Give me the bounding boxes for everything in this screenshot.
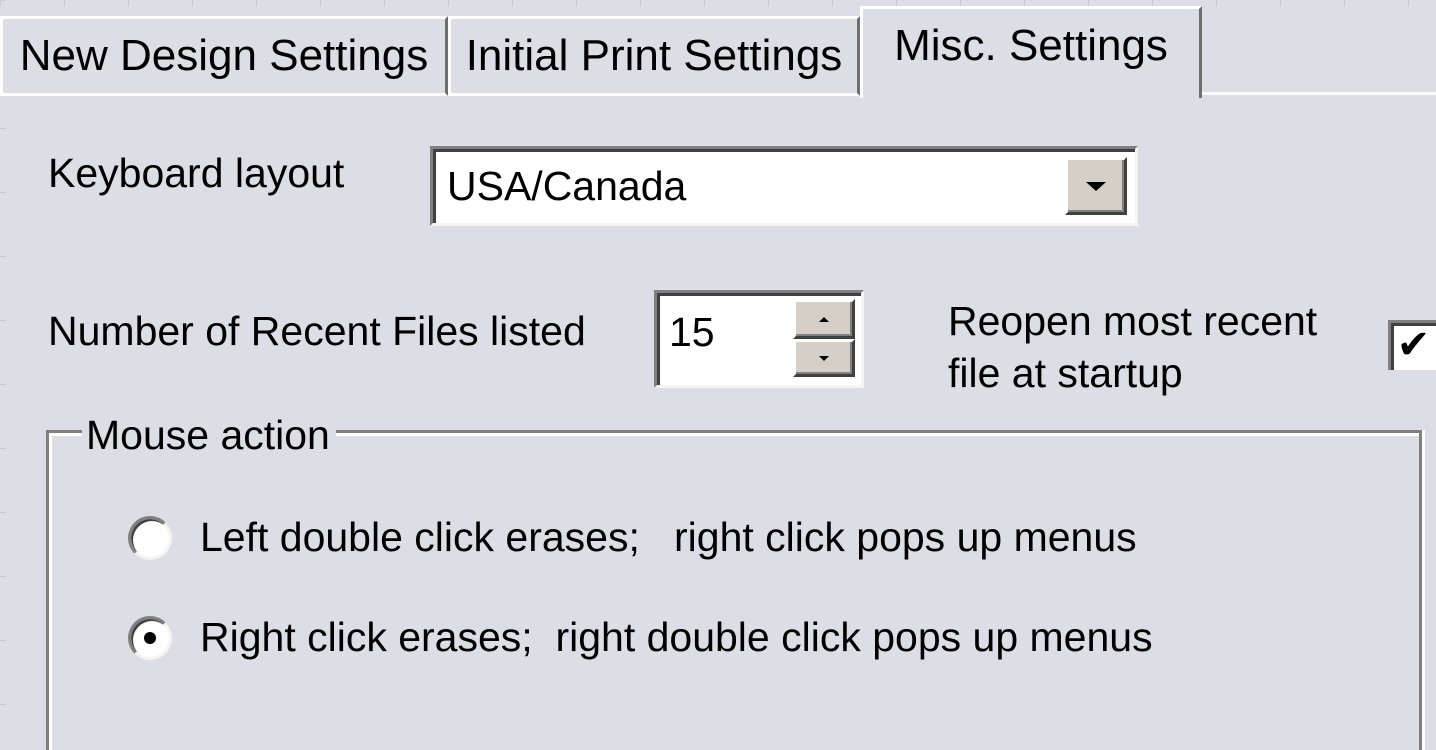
reopen-label-line1: Reopen most recent [948,298,1318,344]
radio-right-click-erases[interactable] [128,616,172,660]
tab-label: Initial Print Settings [465,31,843,80]
chevron-down-icon [1086,181,1106,191]
keyboard-layout-dropdown[interactable]: USA/Canada [430,146,1138,226]
tab-label: Misc. Settings [894,20,1168,70]
dropdown-button[interactable] [1065,157,1127,215]
reopen-label-line2: file at startup [948,350,1183,396]
radio-left-double-click-label[interactable]: Left double click erases; right click po… [200,514,1137,561]
mouse-action-legend: Mouse action [82,412,336,459]
radio-right-click-erases-label[interactable]: Right click erases; right double click p… [200,614,1153,661]
left-ruler [0,0,6,726]
arrow-down-icon [819,355,829,361]
tab-strip: New Design Settings Initial Print Settin… [0,0,1436,98]
keyboard-layout-label: Keyboard layout [48,150,345,196]
recent-files-value: 15 [669,309,715,355]
recent-files-stepper[interactable]: 15 [654,290,864,388]
tab-baseline [1202,92,1436,95]
stepper-down-button[interactable] [793,339,855,377]
radio-selected-dot [144,632,156,644]
arrow-up-icon [819,316,829,322]
tab-misc-settings[interactable]: Misc. Settings [860,6,1202,98]
stepper-up-button[interactable] [793,299,855,339]
checkmark-icon: ✔ [1396,322,1431,368]
reopen-checkbox[interactable]: ✔ [1388,320,1436,370]
keyboard-layout-value: USA/Canada [447,163,687,209]
recent-files-label: Number of Recent Files listed [48,308,586,354]
radio-left-double-click[interactable] [128,516,172,560]
tab-new-design-settings[interactable]: New Design Settings [0,16,448,96]
tab-initial-print-settings[interactable]: Initial Print Settings [448,16,860,96]
mouse-action-group [46,430,1422,750]
tab-label: New Design Settings [19,31,429,80]
